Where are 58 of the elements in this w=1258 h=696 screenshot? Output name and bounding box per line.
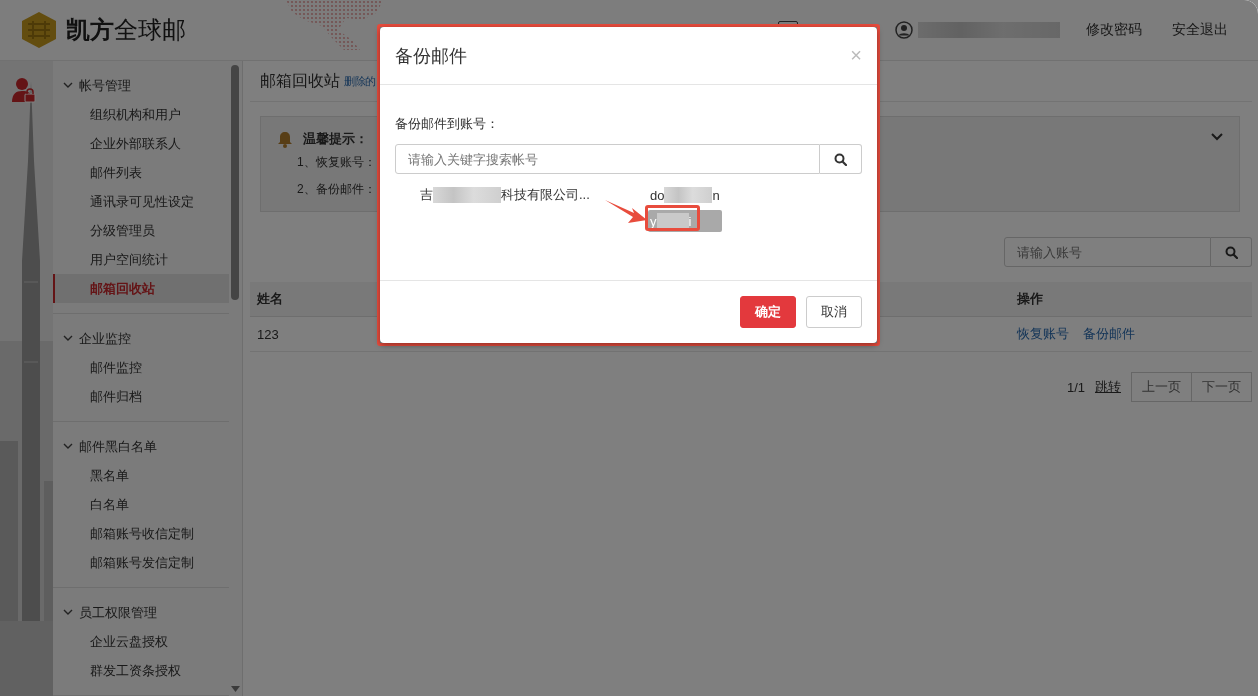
header-link[interactable]: 修改密码: [1086, 21, 1142, 39]
nav-item[interactable]: 群发工资条授权: [53, 656, 229, 685]
search-field[interactable]: 请输入关键字搜索帐号: [395, 144, 820, 174]
chevron-icon: [63, 443, 73, 450]
search-icon: [834, 152, 847, 166]
nav-item[interactable]: 邮箱回收站: [53, 274, 229, 303]
action-link[interactable]: 备份邮件: [1083, 326, 1135, 341]
nav-group[interactable]: 企业监控: [53, 324, 229, 353]
nav-item[interactable]: 企业云盘授权: [53, 627, 229, 656]
redaction-block: [664, 187, 713, 203]
search-field[interactable]: 请输入账号: [1004, 237, 1211, 267]
tip-text: 2、备份邮件：: [297, 182, 376, 196]
tips-title: 温馨提示：: [303, 130, 368, 148]
scrollbar-thumb[interactable]: [231, 65, 239, 300]
bell-icon: [277, 130, 293, 148]
header-link[interactable]: 安全退出: [1172, 21, 1228, 39]
nav-item[interactable]: 分级管理员: [53, 216, 229, 245]
column-header: 操作: [1010, 282, 1252, 317]
nav-group[interactable]: 帐号管理: [53, 71, 229, 100]
chevron-icon: [63, 609, 73, 616]
nav-item[interactable]: 黑名单: [53, 461, 229, 490]
nav-item[interactable]: 企业外部联系人: [53, 129, 229, 158]
nav-item[interactable]: 邮件归档: [53, 382, 229, 411]
logo-text: 凯方全球邮: [66, 15, 186, 45]
company-name: 科技有限公司...: [501, 186, 590, 204]
field-label: 备份邮件到账号：: [395, 116, 499, 131]
nav-item[interactable]: 组织机构和用户: [53, 100, 229, 129]
pointer-arrow: [604, 199, 648, 225]
scroll-down-icon[interactable]: [231, 686, 240, 692]
dialog-title: 备份邮件: [395, 44, 467, 68]
nav-item[interactable]: 邮件监控: [53, 353, 229, 382]
nav-group[interactable]: 邮件黑白名单: [53, 432, 229, 461]
confirm-button[interactable]: 确定: [740, 296, 796, 328]
nav-item[interactable]: 邮箱账号收信定制: [53, 519, 229, 548]
jump-link[interactable]: 跳转: [1095, 378, 1121, 396]
tip-text: 1、恢复账号：: [297, 155, 376, 169]
chevron-icon: [63, 335, 73, 342]
search-icon: [1224, 245, 1238, 259]
chevron-icon: [63, 82, 73, 89]
chevron-down-icon[interactable]: [1211, 133, 1223, 141]
redaction-block: [433, 187, 501, 203]
user-lock-icon[interactable]: [12, 77, 36, 103]
cancel-button[interactable]: 取消: [806, 296, 862, 328]
search-button[interactable]: [820, 144, 862, 174]
nav-item[interactable]: 白名单: [53, 490, 229, 519]
action-link[interactable]: 恢复账号: [1017, 326, 1069, 341]
nav-item[interactable]: 邮件列表: [53, 158, 229, 187]
page-indicator: 1/1: [1066, 379, 1085, 395]
user-icon: [895, 21, 913, 39]
page-subtitle: 删除的: [344, 73, 376, 89]
page-title: 邮箱回收站: [260, 70, 340, 91]
nav-item[interactable]: 邮箱账号发信定制: [53, 548, 229, 577]
nav-group[interactable]: 员工权限管理: [53, 598, 229, 627]
nav-item[interactable]: 用户空间统计: [53, 245, 229, 274]
company-name: 吉: [420, 186, 433, 204]
nav-item[interactable]: 通讯录可见性设定: [53, 187, 229, 216]
account-option[interactable]: do n: [648, 185, 722, 205]
logo-icon: [20, 11, 58, 49]
